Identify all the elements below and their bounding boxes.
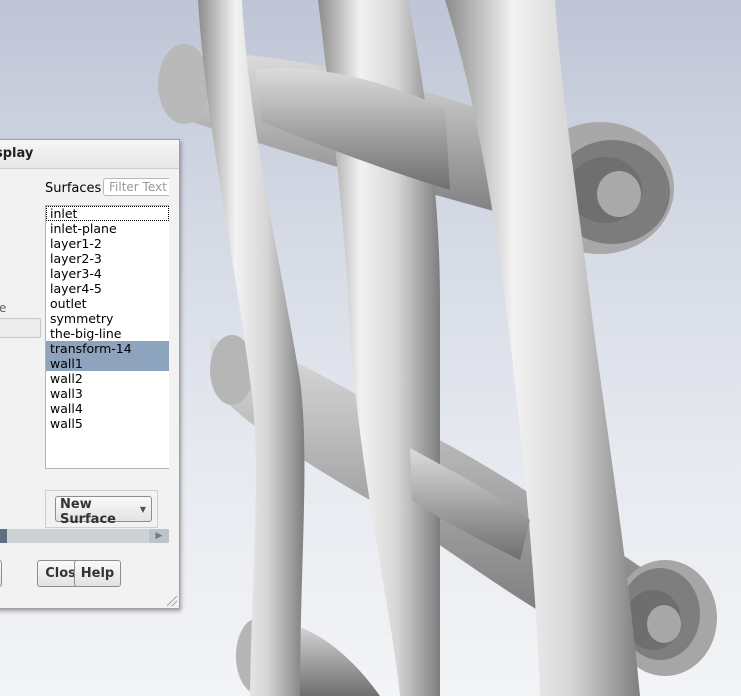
- list-item[interactable]: inlet: [46, 206, 169, 221]
- list-item[interactable]: inlet-plane: [46, 221, 169, 236]
- list-item[interactable]: the-big-line: [46, 326, 169, 341]
- list-item[interactable]: layer2-3: [46, 251, 169, 266]
- dialog-title: splay: [0, 146, 34, 161]
- list-item[interactable]: wall3: [46, 386, 169, 401]
- horizontal-scrollbar[interactable]: ▶: [0, 529, 169, 543]
- list-item[interactable]: layer4-5: [46, 281, 169, 296]
- surfaces-label: Surfaces: [45, 181, 102, 196]
- scrollbar-thumb[interactable]: [0, 529, 7, 543]
- list-item[interactable]: symmetry: [46, 311, 169, 326]
- list-item[interactable]: layer3-4: [46, 266, 169, 281]
- list-item[interactable]: wall2: [46, 371, 169, 386]
- surfaces-list[interactable]: inlet inlet-plane layer1-2 layer2-3 laye…: [45, 205, 169, 469]
- chevron-down-icon: ▼: [139, 505, 146, 514]
- vertical-strand: [445, 0, 640, 696]
- display-dialog: splay Surfaces e inlet inlet-plane layer…: [0, 139, 180, 609]
- list-item[interactable]: wall5: [46, 416, 169, 431]
- resize-grip-icon[interactable]: [167, 596, 177, 606]
- help-button[interactable]: Help: [74, 560, 121, 587]
- list-item[interactable]: wall1: [46, 356, 169, 371]
- filter-text-input[interactable]: [103, 178, 169, 196]
- dialog-titlebar[interactable]: splay: [0, 140, 179, 169]
- arrow-right-icon[interactable]: ▶: [149, 529, 169, 543]
- option-label-fragment: e: [0, 301, 7, 315]
- new-surface-button[interactable]: New Surface ▼: [55, 496, 152, 527]
- partial-button[interactable]: [0, 560, 2, 587]
- disabled-field: [0, 318, 41, 338]
- list-item[interactable]: wall4: [46, 401, 169, 416]
- list-item[interactable]: layer1-2: [46, 236, 169, 251]
- new-surface-label: New Surface: [60, 497, 116, 527]
- list-item[interactable]: outlet: [46, 296, 169, 311]
- list-item[interactable]: transform-14: [46, 341, 169, 356]
